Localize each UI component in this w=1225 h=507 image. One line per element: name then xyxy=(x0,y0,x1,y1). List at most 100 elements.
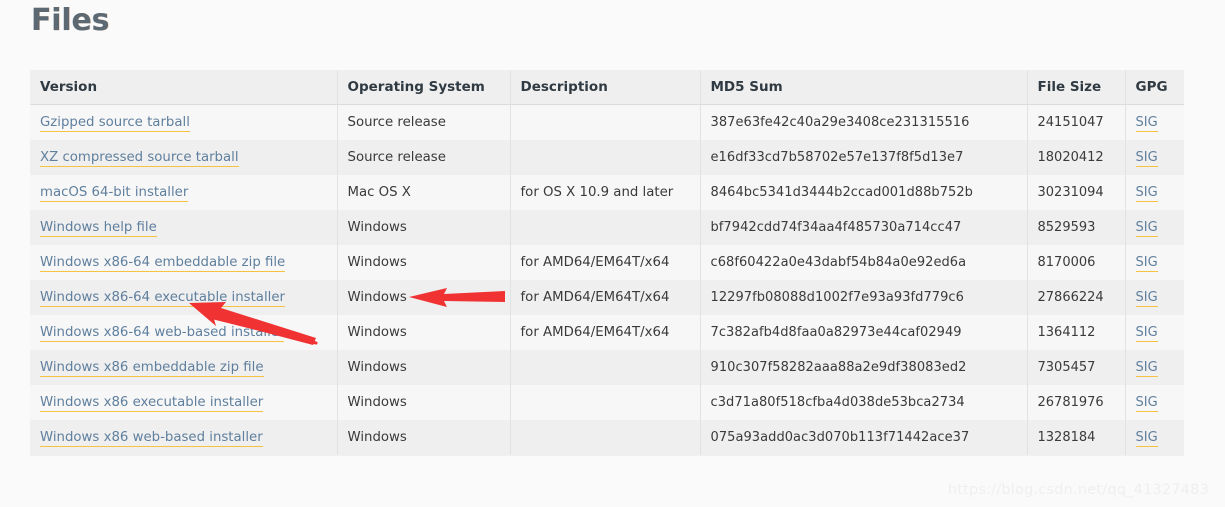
cell-md5-sum: c3d71a80f518cfba4d038de53bca2734 xyxy=(700,385,1028,420)
table-row: macOS 64-bit installer Mac OS X for OS X… xyxy=(30,175,1184,210)
sig-link[interactable]: SIG xyxy=(1135,290,1158,307)
table-row: Windows x86 executable installer Windows… xyxy=(30,385,1184,420)
cell-md5-sum: 075a93add0ac3d070b113f71442ace37 xyxy=(700,420,1028,455)
table-row: Gzipped source tarball Source release 38… xyxy=(30,104,1184,140)
cell-description: for OS X 10.9 and later xyxy=(510,175,701,210)
column-header-file-size: File Size xyxy=(1027,70,1126,105)
column-header-md5-sum: MD5 Sum xyxy=(700,70,1028,105)
table-body: Gzipped source tarball Source release 38… xyxy=(30,104,1184,455)
cell-md5-sum: bf7942cdd74f34aa4f485730a714cc47 xyxy=(700,210,1028,245)
download-link[interactable]: macOS 64-bit installer xyxy=(40,185,189,202)
cell-version: macOS 64-bit installer xyxy=(30,175,338,210)
cell-file-size: 24151047 xyxy=(1027,104,1126,140)
table-bottom-edge xyxy=(30,455,1184,456)
cell-gpg: SIG xyxy=(1125,315,1184,350)
cell-operating-system: Source release xyxy=(337,104,511,140)
download-link[interactable]: Gzipped source tarball xyxy=(40,115,190,132)
cell-version: Windows x86-64 web-based installer xyxy=(30,315,338,350)
download-link[interactable]: Windows x86 executable installer xyxy=(40,395,264,412)
cell-gpg: SIG xyxy=(1125,210,1184,245)
sig-link[interactable]: SIG xyxy=(1135,430,1158,447)
cell-version: XZ compressed source tarball xyxy=(30,140,338,175)
cell-gpg: SIG xyxy=(1125,245,1184,280)
download-link[interactable]: Windows x86 web-based installer xyxy=(40,430,263,447)
cell-file-size: 30231094 xyxy=(1027,175,1126,210)
cell-gpg: SIG xyxy=(1125,350,1184,385)
cell-gpg: SIG xyxy=(1125,140,1184,175)
cell-description xyxy=(510,210,701,245)
download-link[interactable]: Windows x86 embeddable zip file xyxy=(40,360,264,377)
cell-version: Windows x86 web-based installer xyxy=(30,420,338,455)
download-link[interactable]: Windows x86-64 web-based installer xyxy=(40,325,285,342)
cell-md5-sum: e16df33cd7b58702e57e137f8f5d13e7 xyxy=(700,140,1028,175)
watermark-text: https://blog.csdn.net/qq_41327483 xyxy=(947,482,1209,498)
cell-file-size: 27866224 xyxy=(1027,280,1126,315)
cell-version: Windows x86 embeddable zip file xyxy=(30,350,338,385)
sig-link[interactable]: SIG xyxy=(1135,360,1158,377)
files-table: Version Operating System Description MD5… xyxy=(30,70,1184,455)
cell-file-size: 8529593 xyxy=(1027,210,1126,245)
sig-link[interactable]: SIG xyxy=(1135,150,1158,167)
cell-version: Windows x86 executable installer xyxy=(30,385,338,420)
column-header-gpg: GPG xyxy=(1125,70,1184,105)
cell-version: Windows x86-64 executable installer xyxy=(30,280,338,315)
cell-description: for AMD64/EM64T/x64 xyxy=(510,280,701,315)
cell-description: for AMD64/EM64T/x64 xyxy=(510,245,701,280)
cell-md5-sum: 8464bc5341d3444b2ccad001d88b752b xyxy=(700,175,1028,210)
table-row: Windows x86-64 web-based installer Windo… xyxy=(30,315,1184,350)
cell-file-size: 1328184 xyxy=(1027,420,1126,455)
cell-description xyxy=(510,350,701,385)
cell-version: Windows x86-64 embeddable zip file xyxy=(30,245,338,280)
cell-description xyxy=(510,104,701,140)
cell-file-size: 18020412 xyxy=(1027,140,1126,175)
sig-link[interactable]: SIG xyxy=(1135,325,1158,342)
cell-gpg: SIG xyxy=(1125,280,1184,315)
sig-link[interactable]: SIG xyxy=(1135,185,1158,202)
table-row: XZ compressed source tarball Source rele… xyxy=(30,140,1184,175)
cell-operating-system: Windows xyxy=(337,350,511,385)
cell-file-size: 1364112 xyxy=(1027,315,1126,350)
cell-description: for AMD64/EM64T/x64 xyxy=(510,315,701,350)
download-link[interactable]: Windows x86-64 embeddable zip file xyxy=(40,255,286,272)
sig-link[interactable]: SIG xyxy=(1135,255,1158,272)
sig-link[interactable]: SIG xyxy=(1135,395,1158,412)
cell-file-size: 7305457 xyxy=(1027,350,1126,385)
table-header: Version Operating System Description MD5… xyxy=(30,70,1184,105)
cell-description xyxy=(510,420,701,455)
download-link[interactable]: XZ compressed source tarball xyxy=(40,150,239,167)
cell-version: Windows help file xyxy=(30,210,338,245)
download-link[interactable]: Windows help file xyxy=(40,220,157,237)
cell-operating-system: Windows xyxy=(337,280,511,315)
cell-file-size: 26781976 xyxy=(1027,385,1126,420)
cell-operating-system: Windows xyxy=(337,420,511,455)
cell-operating-system: Windows xyxy=(337,245,511,280)
cell-file-size: 8170006 xyxy=(1027,245,1126,280)
cell-gpg: SIG xyxy=(1125,385,1184,420)
cell-md5-sum: 7c382afb4d8faa0a82973e44caf02949 xyxy=(700,315,1028,350)
table-row: Windows help file Windows bf7942cdd74f34… xyxy=(30,210,1184,245)
table-row: Windows x86 web-based installer Windows … xyxy=(30,420,1184,455)
cell-operating-system: Windows xyxy=(337,315,511,350)
cell-gpg: SIG xyxy=(1125,420,1184,455)
cell-version: Gzipped source tarball xyxy=(30,104,338,140)
cell-gpg: SIG xyxy=(1125,175,1184,210)
cell-description xyxy=(510,385,701,420)
cell-gpg: SIG xyxy=(1125,104,1184,140)
cell-md5-sum: 12297fb08088d1002f7e93a93fd779c6 xyxy=(700,280,1028,315)
column-header-version: Version xyxy=(30,70,338,105)
sig-link[interactable]: SIG xyxy=(1135,115,1158,132)
cell-md5-sum: 910c307f58282aaa88a2e9df38083ed2 xyxy=(700,350,1028,385)
cell-operating-system: Windows xyxy=(337,385,511,420)
cell-md5-sum: c68f60422a0e43dabf54b84a0e92ed6a xyxy=(700,245,1028,280)
cell-md5-sum: 387e63fe42c40a29e3408ce231315516 xyxy=(700,104,1028,140)
column-header-description: Description xyxy=(510,70,701,105)
table-row: Windows x86-64 executable installer Wind… xyxy=(30,280,1184,315)
table-row: Windows x86-64 embeddable zip file Windo… xyxy=(30,245,1184,280)
page-title: Files xyxy=(31,3,110,38)
download-link[interactable]: Windows x86-64 executable installer xyxy=(40,290,285,307)
sig-link[interactable]: SIG xyxy=(1135,220,1158,237)
table-header-row: Version Operating System Description MD5… xyxy=(30,70,1184,105)
table-row: Windows x86 embeddable zip file Windows … xyxy=(30,350,1184,385)
cell-operating-system: Windows xyxy=(337,210,511,245)
column-header-operating-system: Operating System xyxy=(337,70,511,105)
